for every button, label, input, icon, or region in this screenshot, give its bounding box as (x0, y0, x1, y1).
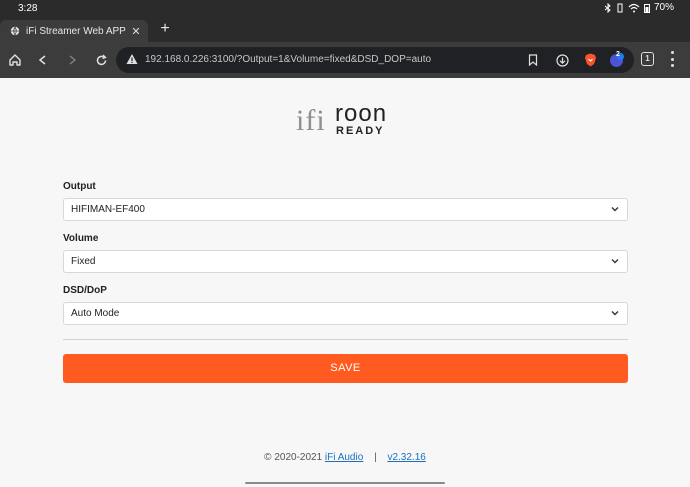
warning-icon[interactable] (126, 53, 138, 65)
vibrate-icon (617, 3, 623, 12)
save-button[interactable]: SAVE (63, 354, 628, 383)
tab-strip: iFi Streamer Web APP ✕ + (0, 18, 690, 42)
output-label: Output (63, 181, 96, 192)
volume-label: Volume (63, 233, 99, 244)
dsd-select[interactable]: Auto Mode (63, 302, 628, 325)
address-bar[interactable]: 192.168.0.226:3100/?Output=1&Volume=fixe… (116, 47, 634, 73)
dsd-value: Auto Mode (71, 308, 120, 319)
volume-value: Fixed (71, 256, 96, 267)
chevron-down-icon (611, 311, 619, 316)
home-icon[interactable] (6, 51, 24, 69)
ifi-logo-text: ifi (296, 104, 326, 137)
close-icon[interactable]: ✕ (128, 25, 144, 38)
back-icon[interactable] (34, 51, 52, 69)
bluetooth-icon (604, 2, 611, 13)
browser-tab[interactable]: iFi Streamer Web APP ✕ (0, 20, 148, 42)
copyright-text: © 2020-2021 (264, 452, 323, 463)
output-select[interactable]: HIFIMAN-EF400 (63, 198, 628, 221)
battery-level: 70% (653, 2, 674, 13)
url-text[interactable]: 192.168.0.226:3100/?Output=1&Volume=fixe… (145, 54, 431, 65)
footer: © 2020-2021 iFi Audio | v2.32.16 (0, 452, 690, 463)
home-indicator[interactable] (245, 482, 445, 484)
reload-icon[interactable] (92, 51, 110, 69)
status-bar: 3:28 70% (0, 0, 690, 18)
brave-icon[interactable] (582, 52, 598, 68)
version-link[interactable]: v2.32.16 (387, 452, 425, 463)
wifi-icon (628, 3, 640, 12)
tab-title: iFi Streamer Web APP (26, 25, 126, 37)
roon-ready-logo: ifi roon READY (296, 100, 396, 140)
browser-toolbar: 192.168.0.226:3100/?Output=1&Volume=fixe… (0, 42, 690, 78)
status-time: 3:28 (18, 3, 38, 14)
roon-logo-text: roon (335, 100, 388, 127)
forward-icon[interactable] (63, 51, 81, 69)
footer-separator: | (374, 452, 377, 463)
chevron-down-icon (611, 207, 619, 212)
extension-icon[interactable]: 2 (608, 51, 624, 68)
extension-badge: 2 (616, 51, 620, 58)
chevron-down-icon (611, 259, 619, 264)
download-icon[interactable] (554, 52, 570, 68)
new-tab-button[interactable]: + (156, 20, 174, 38)
status-icons: 70% (604, 2, 674, 13)
form-divider (63, 339, 628, 340)
tab-switcher-button[interactable]: 1 (641, 52, 654, 66)
volume-select[interactable]: Fixed (63, 250, 628, 273)
menu-icon[interactable] (669, 51, 675, 67)
globe-icon (10, 26, 20, 36)
output-value: HIFIMAN-EF400 (71, 204, 145, 215)
dsd-label: DSD/DoP (63, 285, 107, 296)
bookmark-icon[interactable] (525, 52, 541, 68)
ready-logo-text: READY (336, 125, 385, 137)
brand-link[interactable]: iFi Audio (325, 452, 363, 463)
battery-icon (643, 3, 650, 13)
